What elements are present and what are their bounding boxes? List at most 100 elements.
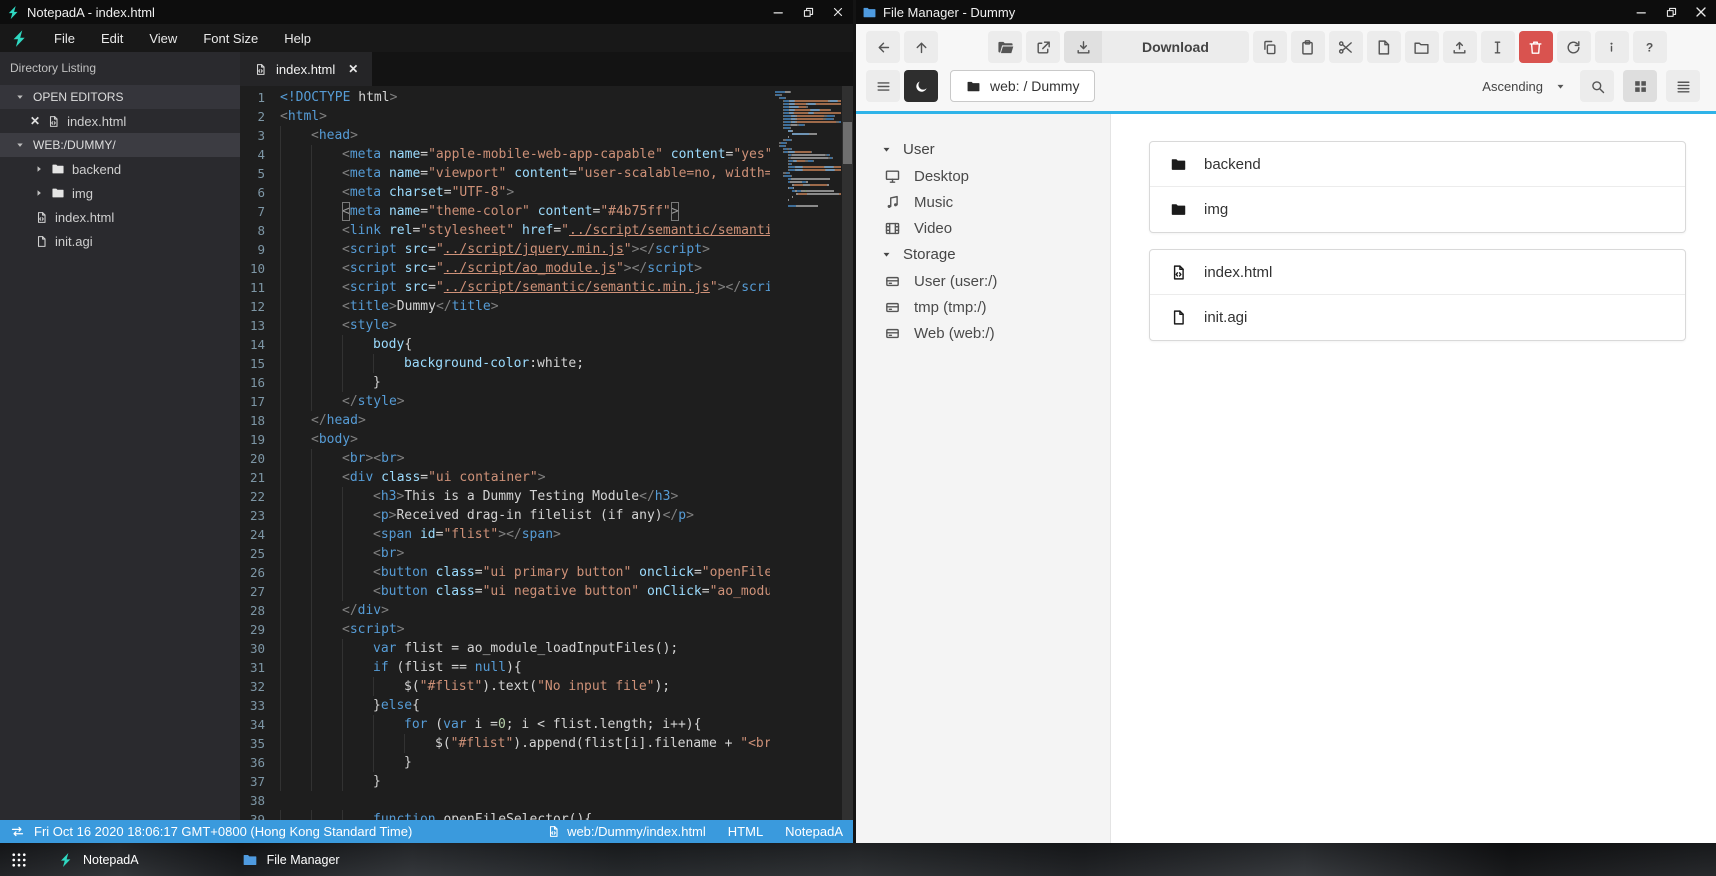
code-token: < bbox=[342, 299, 350, 314]
menu-view[interactable]: View bbox=[136, 24, 190, 52]
code-token: 0 bbox=[497, 717, 506, 732]
indent-guide bbox=[311, 392, 342, 411]
line-number: 4 bbox=[257, 147, 265, 162]
file-row-img[interactable]: img bbox=[1150, 187, 1685, 232]
rename-button[interactable] bbox=[1480, 31, 1515, 63]
code-token: ../script/semantic/semantic.min.js bbox=[443, 280, 710, 295]
restore-button[interactable] bbox=[1656, 0, 1686, 24]
indent-guide bbox=[280, 468, 311, 487]
view-grid-button[interactable] bbox=[1623, 70, 1657, 102]
code-token: } bbox=[373, 375, 381, 390]
open-button[interactable] bbox=[988, 31, 1022, 63]
code-pane[interactable]: 1 <!DOCTYPE html >2 < html >3 < head >4 < meta nam… bbox=[240, 86, 770, 820]
minimap-seg bbox=[804, 124, 806, 126]
breadcrumb[interactable]: web: / Dummy bbox=[950, 70, 1096, 102]
minimap-seg bbox=[834, 169, 841, 171]
sidebar-section-storage[interactable]: Storage bbox=[856, 241, 1110, 268]
folder-new-icon bbox=[1413, 39, 1430, 56]
view-list-button[interactable] bbox=[1666, 70, 1700, 102]
up-button[interactable] bbox=[904, 31, 938, 63]
minimap[interactable] bbox=[770, 86, 842, 820]
scissors-icon bbox=[1337, 39, 1354, 56]
scrollbar-thumb[interactable] bbox=[843, 122, 852, 164]
code-line: 18 </head > bbox=[240, 411, 770, 430]
code-token: < bbox=[342, 280, 350, 295]
sidebar-item-video[interactable]: Video bbox=[856, 215, 1110, 241]
arrow-up-icon bbox=[913, 39, 930, 56]
file-row-index-html[interactable]: index.html bbox=[1150, 250, 1685, 295]
refresh-button[interactable] bbox=[1556, 31, 1591, 63]
close-button[interactable] bbox=[823, 0, 853, 24]
open-external-button[interactable] bbox=[1026, 31, 1060, 63]
code-token: src bbox=[404, 261, 429, 276]
taskbar-item-file-manager[interactable]: File Manager bbox=[242, 852, 340, 868]
open-editors-section[interactable]: OPEN EDITORS bbox=[0, 85, 240, 109]
tree-item-img[interactable]: img bbox=[0, 181, 240, 205]
tree-item-index-html[interactable]: index.html bbox=[0, 205, 240, 229]
code-token: $( bbox=[435, 736, 451, 751]
sidebar-item-user-user-[interactable]: User (user:/) bbox=[856, 268, 1110, 294]
workspace-section[interactable]: WEB:/DUMMY/ bbox=[0, 133, 240, 157]
sidebar-section-user[interactable]: User bbox=[856, 136, 1110, 163]
editor-scrollbar[interactable] bbox=[842, 86, 853, 820]
search-button[interactable] bbox=[1580, 70, 1614, 102]
back-button[interactable] bbox=[866, 31, 900, 63]
indent-guide bbox=[280, 582, 311, 601]
sort-dropdown[interactable]: Ascending bbox=[1482, 79, 1576, 94]
code-editor[interactable]: 1 <!DOCTYPE html >2 < html >3 < head >4 < meta nam… bbox=[240, 86, 853, 820]
info-button[interactable] bbox=[1594, 31, 1629, 63]
drive-icon bbox=[883, 299, 901, 316]
open-editor-item-index-html[interactable]: ✕ index.html bbox=[0, 109, 240, 133]
cut-button[interactable] bbox=[1328, 31, 1363, 63]
sidebar-item-desktop[interactable]: Desktop bbox=[856, 163, 1110, 189]
indent-guide bbox=[373, 753, 404, 772]
minimap-line bbox=[775, 91, 840, 93]
download-button[interactable]: Download bbox=[1064, 31, 1249, 63]
tab-index-html[interactable]: index.html ✕ bbox=[240, 52, 373, 86]
menu-help[interactable]: Help bbox=[271, 24, 324, 52]
menu-font-size[interactable]: Font Size bbox=[190, 24, 271, 52]
file-row-backend[interactable]: backend bbox=[1150, 142, 1685, 187]
sidebar-item-music[interactable]: Music bbox=[856, 189, 1110, 215]
copy-button[interactable] bbox=[1252, 31, 1287, 63]
minimap-line bbox=[775, 193, 841, 195]
minimap-indent bbox=[775, 124, 783, 126]
tree-item-backend[interactable]: backend bbox=[0, 157, 240, 181]
code-token: script bbox=[655, 242, 703, 257]
help-button[interactable]: ? bbox=[1632, 31, 1667, 63]
minimap-seg bbox=[784, 121, 792, 123]
indent-guide bbox=[373, 677, 404, 696]
minimize-button[interactable] bbox=[1626, 0, 1656, 24]
code-token: "apple-mobile-web-app-capable" bbox=[428, 147, 663, 162]
code-token: meta bbox=[349, 147, 382, 162]
upload-button[interactable] bbox=[1442, 31, 1477, 63]
code-token: h3 bbox=[380, 489, 397, 504]
taskbar-item-notepada[interactable]: NotepadA bbox=[58, 852, 139, 868]
sidebar-item-web-web-[interactable]: Web (web:/) bbox=[856, 320, 1110, 346]
theme-toggle-button[interactable] bbox=[904, 70, 938, 102]
delete-button[interactable] bbox=[1518, 31, 1553, 63]
close-button[interactable] bbox=[1686, 0, 1716, 24]
restore-button[interactable] bbox=[793, 0, 823, 24]
close-editor-icon[interactable]: ✕ bbox=[30, 114, 40, 128]
tree-item-label: backend bbox=[72, 161, 122, 177]
file-row-init-agi[interactable]: init.agi bbox=[1150, 295, 1685, 340]
line-number: 18 bbox=[249, 413, 265, 428]
minimize-button[interactable] bbox=[763, 0, 793, 24]
menu-button[interactable] bbox=[866, 70, 900, 102]
code-token: "viewport" bbox=[428, 166, 507, 181]
paste-button[interactable] bbox=[1290, 31, 1325, 63]
tree-item-init-agi[interactable]: init.agi bbox=[0, 229, 240, 253]
new-folder-button[interactable] bbox=[1404, 31, 1439, 63]
menu-file[interactable]: File bbox=[41, 24, 88, 52]
minimap-line bbox=[775, 178, 840, 180]
menu-edit[interactable]: Edit bbox=[88, 24, 136, 52]
file-row-label: backend bbox=[1204, 155, 1261, 173]
apps-grid-icon[interactable] bbox=[10, 851, 28, 869]
code-token: > bbox=[490, 299, 499, 314]
tab-close-icon[interactable]: ✕ bbox=[348, 62, 358, 76]
new-file-button[interactable] bbox=[1366, 31, 1401, 63]
sidebar-item-tmp-tmp-[interactable]: tmp (tmp:/) bbox=[856, 294, 1110, 320]
code-line: 4 < meta name = "apple-mobile-web-app-capabl… bbox=[240, 145, 770, 164]
